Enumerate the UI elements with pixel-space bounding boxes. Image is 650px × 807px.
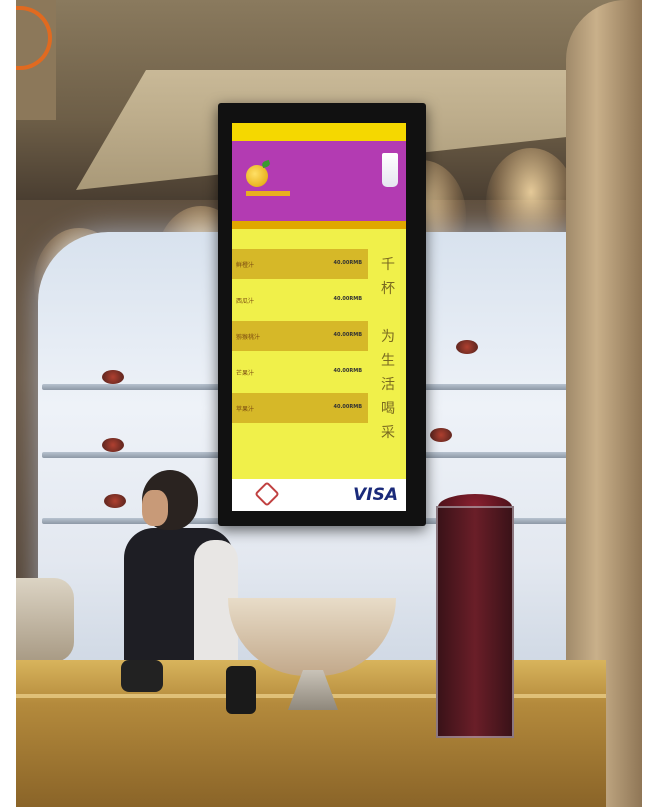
cup-icon (382, 153, 398, 187)
display-screen: 鲜橙汁 40.00RMB 西瓜汁 40.00RMB 猕猴桃汁 40.00RMB … (232, 123, 406, 511)
menu-item-name: 芒果汁 (236, 370, 255, 377)
slogan-char: 杯 (381, 281, 395, 297)
shelf-ornament (430, 428, 452, 442)
menu-item-price: 40.00RMB (333, 332, 362, 338)
digital-menu-display: 鲜橙汁 40.00RMB 西瓜汁 40.00RMB 猕猴桃汁 40.00RMB … (218, 103, 426, 526)
menu-item-price: 40.00RMB (333, 404, 362, 410)
slogan-char: 生 (381, 353, 395, 369)
menu-item-name: 苹果汁 (236, 406, 255, 413)
slogan-char: 千 (381, 257, 395, 273)
logo-wordmark (246, 191, 290, 196)
shelf-ornament (102, 370, 124, 384)
badge-icon (254, 481, 280, 507)
shelf-ornament (102, 438, 124, 452)
slogan-char: 为 (381, 329, 395, 345)
menu-item-price: 40.00RMB (333, 260, 362, 266)
staff-face (142, 490, 168, 526)
menu-item-price: 40.00RMB (333, 296, 362, 302)
header-divider (232, 221, 406, 229)
vertical-slogan: 千 杯 为 生 活 喝 采 (378, 253, 398, 445)
top-band (232, 123, 406, 141)
menu-item: 猕猴桃汁 40.00RMB (232, 321, 368, 351)
shelf-ornament (456, 340, 478, 354)
card-reader (226, 666, 256, 714)
shelf-ornament (104, 494, 126, 508)
slogan-char: 活 (381, 377, 395, 393)
menu-list: 鲜橙汁 40.00RMB 西瓜汁 40.00RMB 猕猴桃汁 40.00RMB … (232, 229, 368, 479)
slogan-char: 喝 (381, 401, 395, 417)
menu-item: 芒果汁 40.00RMB (232, 357, 368, 387)
photo-scene: 鲜橙汁 40.00RMB 西瓜汁 40.00RMB 猕猴桃汁 40.00RMB … (16, 0, 642, 807)
menu-item: 鲜橙汁 40.00RMB (232, 249, 368, 279)
menu-item: 西瓜汁 40.00RMB (232, 285, 368, 315)
visa-logo: VISA (353, 485, 398, 505)
menu-item-price: 40.00RMB (333, 368, 362, 374)
glass-bowl (16, 578, 74, 662)
slogan-char: 采 (381, 425, 395, 441)
glass-vase (436, 506, 514, 738)
display-footer: VISA (232, 479, 406, 511)
menu-item-name: 西瓜汁 (236, 298, 255, 305)
orange-logo-icon (246, 165, 268, 187)
menu-item: 苹果汁 40.00RMB (232, 393, 368, 423)
menu-item-name: 猕猴桃汁 (236, 334, 261, 341)
slogan-char (378, 301, 398, 325)
payment-terminal (121, 660, 163, 692)
menu-item-name: 鲜橙汁 (236, 262, 255, 269)
